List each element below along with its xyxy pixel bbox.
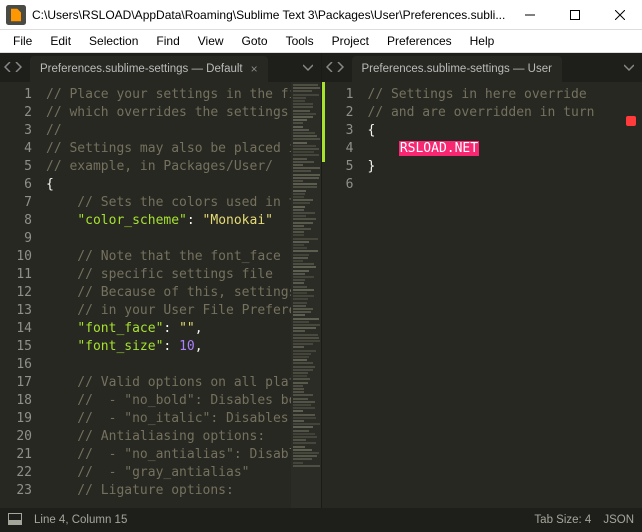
right-code[interactable]: // Settings in here override// and are o…: [366, 82, 642, 508]
tab-label: Preferences.sublime-settings — User: [362, 63, 552, 75]
tab-dropdown-button[interactable]: [295, 53, 321, 82]
app-icon: [6, 5, 26, 25]
menu-item-view[interactable]: View: [189, 31, 233, 51]
left-tabbar: Preferences.sublime-settings — Default ×: [0, 53, 321, 82]
right-tab[interactable]: Preferences.sublime-settings — User: [352, 56, 562, 82]
menu-item-find[interactable]: Find: [147, 31, 188, 51]
chevron-right-icon: [336, 61, 344, 75]
window-controls: [507, 0, 642, 30]
left-pane: Preferences.sublime-settings — Default ×…: [0, 53, 322, 508]
right-gutter: 123456: [322, 82, 366, 508]
panel-switch-icon[interactable]: [8, 513, 22, 528]
menubar: FileEditSelectionFindViewGotoToolsProjec…: [0, 30, 642, 53]
menu-item-edit[interactable]: Edit: [41, 31, 80, 51]
tab-close-icon[interactable]: ×: [251, 62, 258, 76]
status-tab-size[interactable]: Tab Size: 4: [534, 514, 591, 526]
maximize-button[interactable]: [552, 0, 597, 30]
unsaved-dot-icon: [626, 116, 636, 126]
chevron-left-icon: [4, 61, 12, 75]
menu-item-preferences[interactable]: Preferences: [378, 31, 461, 51]
right-tabbar: Preferences.sublime-settings — User: [322, 53, 642, 82]
minimize-button[interactable]: [507, 0, 552, 30]
menu-item-tools[interactable]: Tools: [277, 31, 323, 51]
menu-item-help[interactable]: Help: [461, 31, 504, 51]
window-titlebar: C:\Users\RSLOAD\AppData\Roaming\Sublime …: [0, 0, 642, 30]
tab-label: Preferences.sublime-settings — Default: [40, 63, 243, 75]
tab-nav-arrows[interactable]: [322, 53, 348, 82]
right-pane: Preferences.sublime-settings — User 1234…: [322, 53, 642, 508]
window-title: C:\Users\RSLOAD\AppData\Roaming\Sublime …: [32, 8, 507, 22]
menu-item-selection[interactable]: Selection: [80, 31, 147, 51]
close-button[interactable]: [597, 0, 642, 30]
chevron-left-icon: [326, 61, 334, 75]
menu-item-project[interactable]: Project: [323, 31, 378, 51]
status-position[interactable]: Line 4, Column 15: [34, 514, 127, 526]
chevron-right-icon: [14, 61, 22, 75]
left-minimap[interactable]: [291, 82, 321, 508]
right-code-area[interactable]: 123456 // Settings in here override// an…: [322, 82, 642, 508]
editor-area: Preferences.sublime-settings — Default ×…: [0, 53, 642, 508]
left-code-area[interactable]: 1234567891011121314151617181920212223 //…: [0, 82, 321, 508]
menu-item-goto[interactable]: Goto: [233, 31, 277, 51]
modified-indicator: [322, 82, 325, 162]
menu-item-file[interactable]: File: [4, 31, 41, 51]
status-syntax[interactable]: JSON: [603, 514, 634, 526]
left-gutter: 1234567891011121314151617181920212223: [0, 82, 44, 508]
tab-nav-arrows[interactable]: [0, 53, 26, 82]
left-tab[interactable]: Preferences.sublime-settings — Default ×: [30, 56, 268, 82]
left-code[interactable]: // Place your settings in the file// whi…: [44, 82, 291, 508]
tab-dropdown-button[interactable]: [616, 53, 642, 82]
statusbar: Line 4, Column 15 Tab Size: 4 JSON: [0, 508, 642, 532]
